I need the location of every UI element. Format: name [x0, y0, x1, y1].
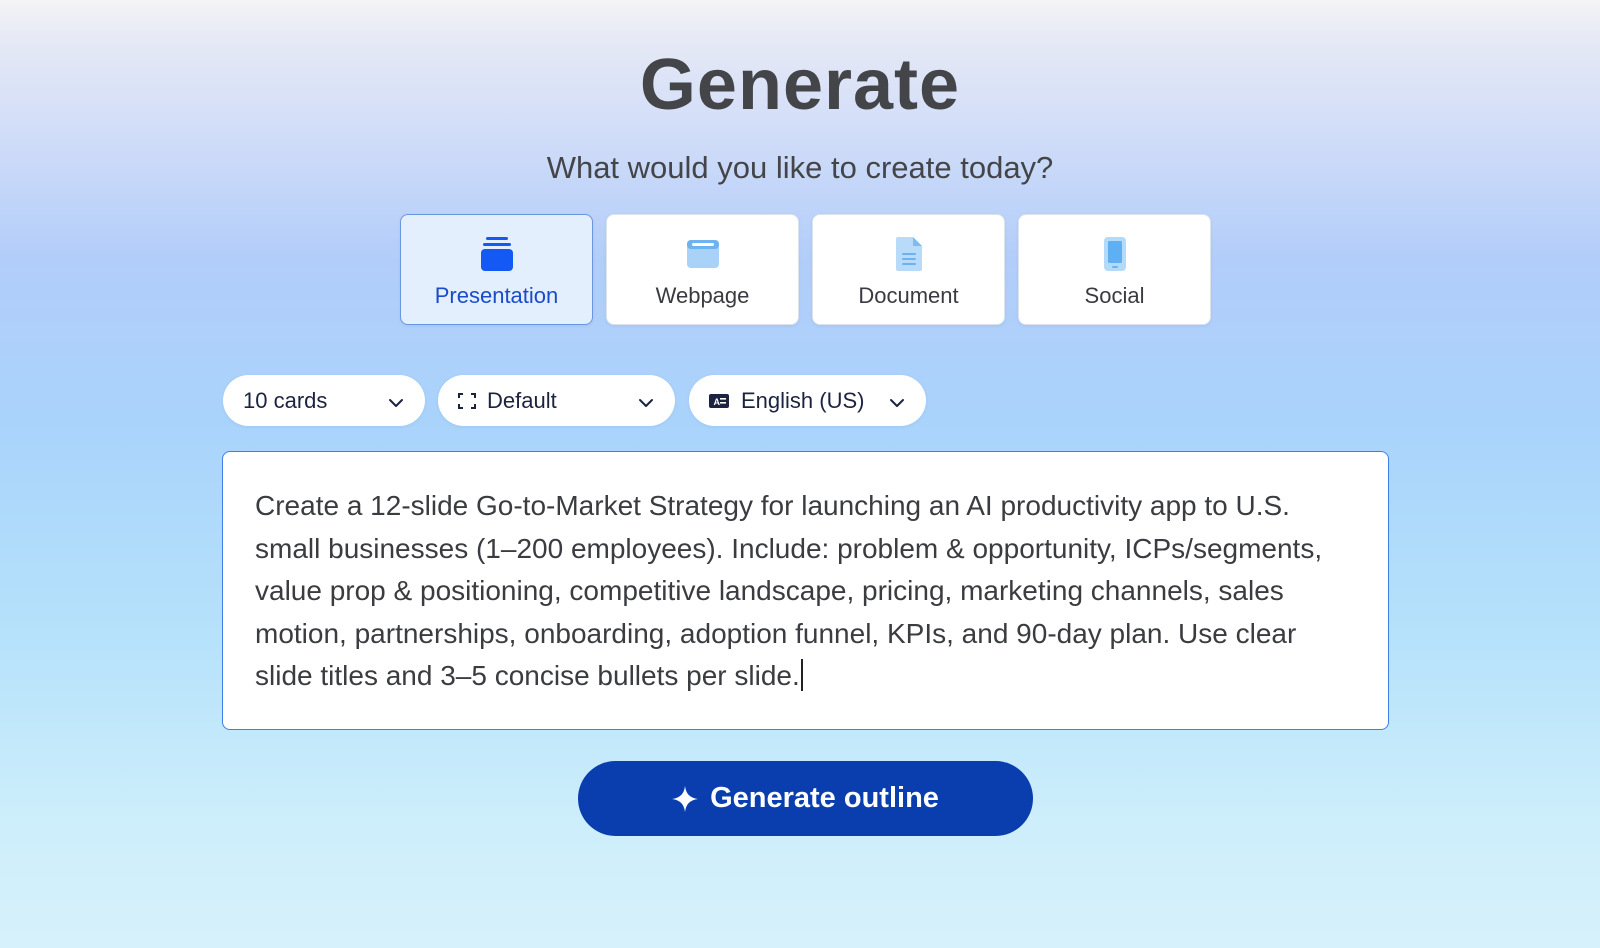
type-label: Presentation [434, 283, 559, 308]
browser-window-icon [686, 235, 720, 273]
type-label: Document [858, 283, 959, 308]
type-label: Webpage [655, 283, 750, 308]
text-caret [800, 659, 803, 691]
page-title: Generate [639, 45, 961, 125]
card-count-value: 10 cards [243, 387, 328, 413]
aspect-ratio-icon [458, 392, 476, 409]
phone-icon [1103, 235, 1127, 273]
type-card-document[interactable]: Document [812, 214, 1005, 325]
document-icon [895, 235, 923, 273]
language-select[interactable]: A English (US) [689, 375, 926, 426]
card-count-select[interactable]: 10 cards [223, 375, 425, 426]
prompt-text: Create a 12-slide Go-to-Market Strategy … [255, 490, 1323, 691]
page-subtitle: What would you like to create today? [546, 150, 1054, 185]
chevron-down-icon [888, 392, 906, 418]
language-value: English (US) [741, 387, 865, 413]
layout-value: Default [487, 387, 557, 413]
chevron-down-icon [387, 392, 405, 418]
type-label: Social [1084, 283, 1145, 308]
type-card-social[interactable]: Social [1018, 214, 1211, 325]
svg-text:A: A [714, 397, 721, 407]
type-card-presentation[interactable]: Presentation [400, 214, 593, 325]
generate-outline-label: Generate outline [710, 782, 939, 814]
generate-outline-button[interactable]: Generate outline [578, 761, 1033, 836]
sparkle-icon [672, 785, 699, 812]
prompt-input[interactable]: Create a 12-slide Go-to-Market Strategy … [222, 451, 1389, 730]
type-card-webpage[interactable]: Webpage [606, 214, 799, 325]
layout-select[interactable]: Default [438, 375, 675, 426]
language-icon: A [708, 393, 730, 409]
stacked-slides-icon [480, 235, 514, 273]
chevron-down-icon [637, 392, 655, 418]
content-type-selector: Presentation Webpage Document Social [400, 214, 1211, 325]
